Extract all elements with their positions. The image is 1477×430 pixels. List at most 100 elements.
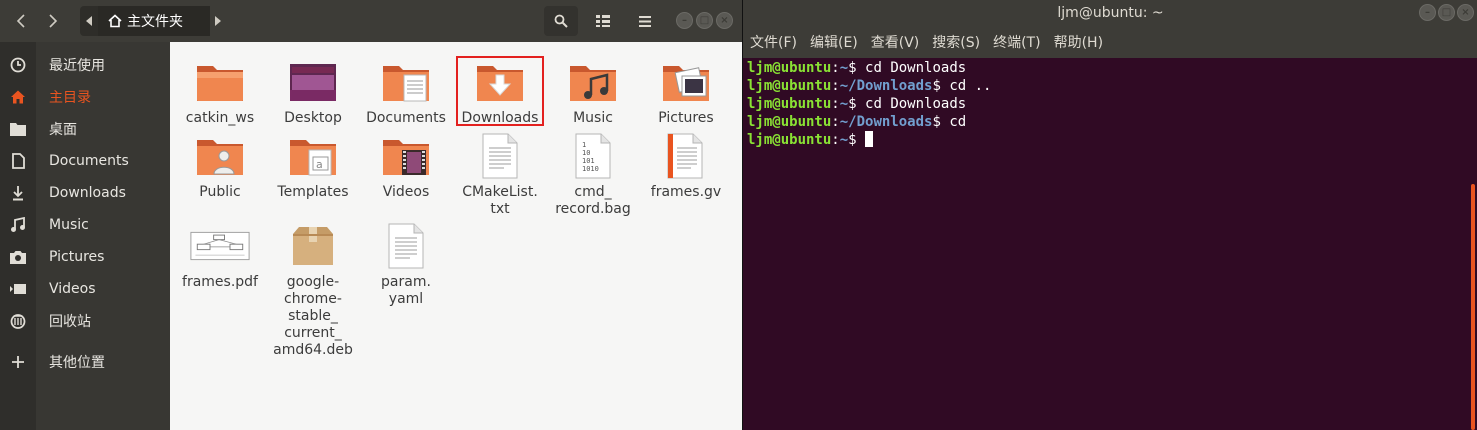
- search-icon: [554, 14, 568, 28]
- svg-text:1010: 1010: [582, 165, 599, 173]
- desktop-folder-icon: [290, 64, 336, 101]
- terminal-window: ljm@ubuntu: ~ – □ × 文件(F) 编辑(E) 查看(V) 搜索…: [742, 0, 1477, 430]
- sidebar-item-label: Pictures: [49, 249, 105, 265]
- gv-file-icon: [667, 133, 703, 179]
- hamburger-icon: [639, 15, 651, 27]
- terminal-output[interactable]: ljm@ubuntu:~$ cd Downloads ljm@ubuntu:~/…: [747, 58, 1467, 149]
- path-bar: 主文件夹: [80, 6, 226, 36]
- sidebar-item-music[interactable]: Music: [0, 210, 170, 240]
- sidebar-item-other-locations[interactable]: 其他位置: [0, 347, 170, 377]
- prompt-user: ljm@ubuntu: [747, 96, 832, 112]
- camera-icon: [10, 251, 26, 264]
- file-item-desktop[interactable]: Desktop: [268, 58, 358, 127]
- file-item-documents[interactable]: Documents: [361, 58, 451, 127]
- file-name: Public: [199, 184, 241, 200]
- command-text: cd Downloads: [865, 96, 967, 112]
- file-item-catkin-ws[interactable]: catkin_ws: [175, 58, 265, 127]
- file-name: google- chrome- stable_ current_ amd64.d…: [273, 274, 353, 358]
- search-button[interactable]: [544, 6, 578, 36]
- terminal-line: ljm@ubuntu:~/Downloads$ cd ..: [747, 78, 992, 94]
- command-text: cd ..: [949, 78, 992, 94]
- sidebar-item-label: Documents: [49, 153, 129, 169]
- sidebar-item-downloads[interactable]: Downloads: [0, 178, 170, 208]
- menu-help[interactable]: 帮助(H): [1054, 32, 1103, 52]
- terminal-maximize-button[interactable]: □: [1438, 4, 1455, 21]
- file-item-frames-gv[interactable]: frames.gv: [641, 132, 731, 201]
- sidebar-item-label: 主目录: [49, 90, 91, 106]
- file-item-public[interactable]: Public: [175, 132, 265, 201]
- sidebar-item-home[interactable]: 主目录: [0, 82, 170, 112]
- text-file-icon: [388, 223, 424, 269]
- path-scroll-left-button[interactable]: [80, 6, 98, 36]
- sidebar-item-videos[interactable]: Videos: [0, 274, 170, 304]
- prompt-user: ljm@ubuntu: [747, 78, 832, 94]
- view-options-button[interactable]: [585, 6, 621, 36]
- close-icon: ×: [1461, 6, 1470, 18]
- prompt-user: ljm@ubuntu: [747, 132, 832, 148]
- binary-file-icon: 1101011010: [575, 133, 611, 179]
- menu-edit[interactable]: 编辑(E): [810, 32, 858, 52]
- sidebar-item-label: Videos: [49, 281, 96, 297]
- file-item-downloads[interactable]: Downloads: [455, 58, 545, 127]
- music-folder-icon: [570, 66, 616, 101]
- menu-file[interactable]: 文件(F): [750, 32, 797, 52]
- prompt-user: ljm@ubuntu: [747, 114, 832, 130]
- minimize-button[interactable]: –: [676, 12, 693, 29]
- plus-icon: [12, 356, 24, 368]
- sidebar-item-label: Music: [49, 217, 89, 233]
- terminal-line: ljm@ubuntu:~/Downloads$ cd: [747, 114, 967, 130]
- sidebar-item-recent[interactable]: 最近使用: [0, 50, 170, 80]
- videos-folder-icon: [383, 140, 429, 175]
- file-item-pictures[interactable]: Pictures: [641, 58, 731, 127]
- menu-terminal[interactable]: 终端(T): [993, 32, 1040, 52]
- prompt-path: ~/Downloads: [839, 78, 933, 94]
- file-name: CMakeList. txt: [462, 184, 538, 217]
- sidebar-item-label: 回收站: [49, 314, 91, 330]
- file-item-cmakelist[interactable]: CMakeList. txt: [455, 132, 545, 218]
- maximize-button[interactable]: □: [696, 12, 713, 29]
- terminal-scrollbar[interactable]: [1471, 184, 1475, 430]
- public-folder-icon: [197, 140, 243, 175]
- file-item-templates[interactable]: a Templates: [268, 132, 358, 201]
- menu-view[interactable]: 查看(V): [871, 32, 920, 52]
- file-item-music[interactable]: Music: [548, 58, 638, 127]
- file-name: Videos: [382, 184, 430, 200]
- terminal-minimize-button[interactable]: –: [1419, 4, 1436, 21]
- package-file-icon: [293, 227, 333, 265]
- file-name: Desktop: [284, 110, 342, 126]
- file-manager-window: 主文件夹 – □ × 最近使用 主目录 桌面 Documents Downloa…: [0, 0, 742, 430]
- file-name: param. yaml: [381, 274, 431, 307]
- chevron-right-icon: [49, 14, 58, 28]
- prompt-path: ~: [839, 96, 849, 112]
- sidebar-item-pictures[interactable]: Pictures: [0, 242, 170, 272]
- terminal-titlebar: ljm@ubuntu: ~: [743, 0, 1477, 26]
- forward-button[interactable]: [37, 6, 69, 36]
- path-home-button[interactable]: 主文件夹: [98, 6, 210, 36]
- text-file-icon: [482, 133, 518, 179]
- sidebar-item-label: 最近使用: [49, 58, 105, 74]
- close-button[interactable]: ×: [716, 12, 733, 29]
- file-item-frames-pdf[interactable]: frames.pdf: [175, 222, 265, 291]
- file-name: frames.pdf: [182, 274, 258, 290]
- path-home-label: 主文件夹: [127, 14, 183, 30]
- file-item-cmd-record-bag[interactable]: 1 10 101 1010 cmd_ record.bag: [548, 132, 638, 218]
- minimize-icon: –: [682, 14, 687, 26]
- terminal-close-button[interactable]: ×: [1457, 4, 1474, 21]
- menu-button[interactable]: [628, 6, 662, 36]
- music-icon: [11, 217, 25, 232]
- clock-icon: [10, 57, 26, 73]
- terminal-line: ljm@ubuntu:~$ cd Downloads: [747, 60, 967, 76]
- sidebar-item-desktop[interactable]: 桌面: [0, 114, 170, 144]
- file-item-param-yaml[interactable]: param. yaml: [361, 222, 451, 308]
- back-button[interactable]: [5, 6, 37, 36]
- file-manager-header: 主文件夹 – □ ×: [0, 0, 742, 42]
- file-item-videos[interactable]: Videos: [361, 132, 451, 201]
- sidebar-item-documents[interactable]: Documents: [0, 146, 170, 176]
- sidebar-item-trash[interactable]: 回收站: [0, 306, 170, 336]
- prompt-path: ~: [839, 60, 849, 76]
- file-item-google-chrome-deb[interactable]: google- chrome- stable_ current_ amd64.d…: [268, 222, 358, 359]
- menu-search[interactable]: 搜索(S): [932, 32, 980, 52]
- sidebar-item-label: 其他位置: [49, 355, 105, 371]
- path-scroll-right-button[interactable]: [210, 6, 226, 36]
- file-name: frames.gv: [650, 184, 722, 200]
